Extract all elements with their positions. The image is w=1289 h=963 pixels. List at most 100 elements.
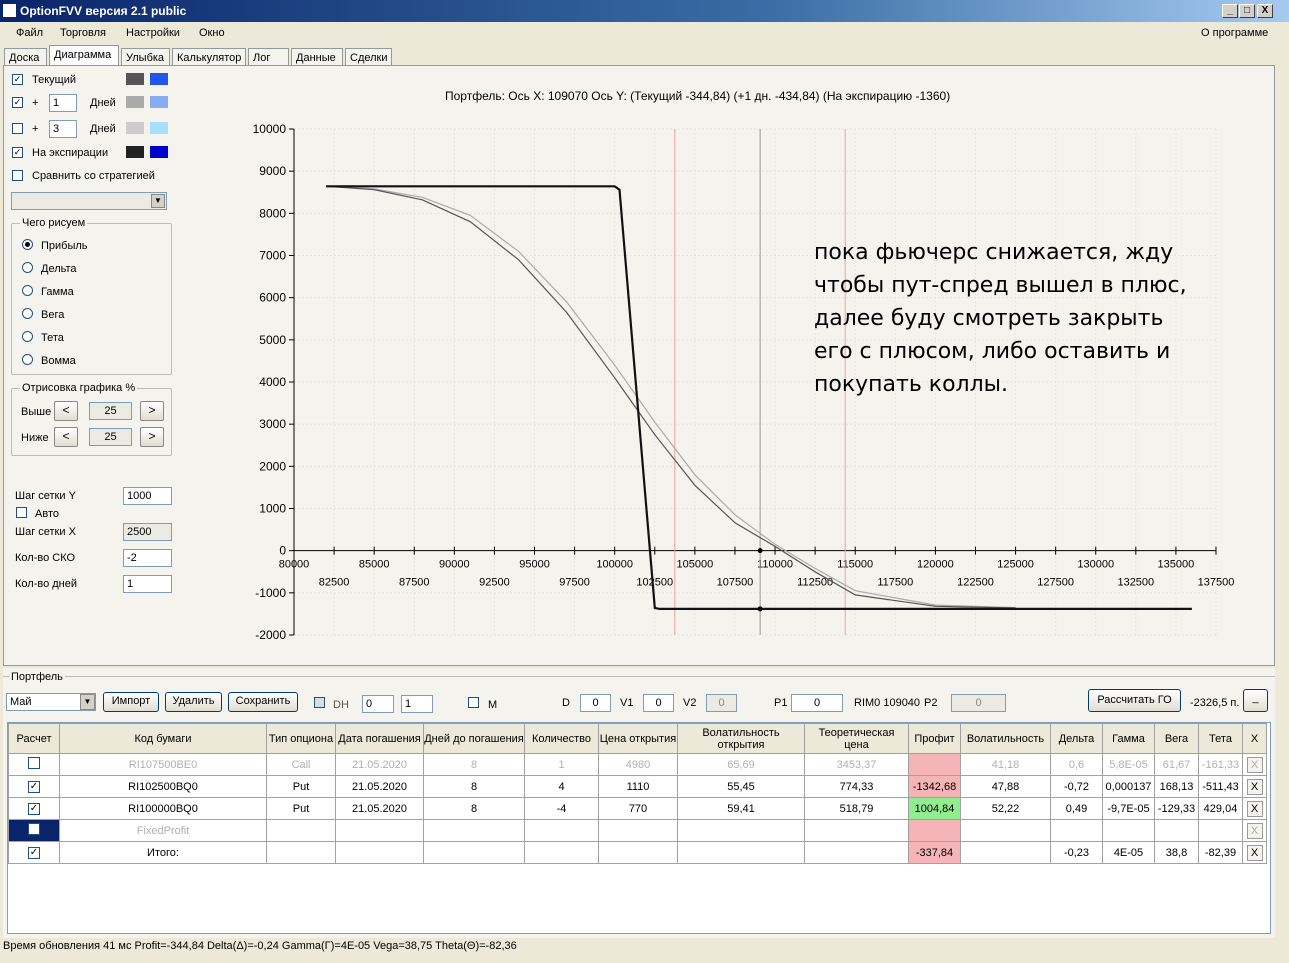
x-tick-label: 87500 bbox=[399, 577, 430, 589]
column-header[interactable]: Цена открытия bbox=[598, 723, 678, 754]
chevron-down-icon[interactable]: ▼ bbox=[80, 694, 95, 710]
cell-x[interactable]: X bbox=[1242, 753, 1267, 776]
import-button[interactable]: Импорт bbox=[103, 692, 159, 712]
row-checkbox[interactable] bbox=[28, 823, 40, 835]
column-header[interactable]: Теоретическая цена bbox=[804, 723, 909, 754]
close-button[interactable]: X bbox=[1257, 4, 1273, 18]
save-button[interactable]: Сохранить bbox=[228, 692, 298, 712]
y-tick-label: 5000 bbox=[259, 333, 286, 347]
tab-smile[interactable]: Улыбка bbox=[121, 48, 170, 66]
tab-calculator[interactable]: Калькулятор bbox=[172, 48, 246, 66]
x-tick-label: 85000 bbox=[359, 559, 390, 571]
cell-check[interactable]: ✓ bbox=[8, 775, 60, 798]
cell-code: FixedProfit bbox=[59, 819, 267, 842]
delete-button[interactable]: Удалить bbox=[165, 692, 222, 712]
minimize-button[interactable]: _ bbox=[1222, 4, 1238, 18]
cell-date: 21.05.2020 bbox=[335, 753, 424, 776]
status-text: Время обновления 41 мс Profit=-344,84 De… bbox=[3, 940, 517, 952]
column-header[interactable]: X bbox=[1242, 723, 1267, 754]
column-header[interactable]: Волатильность открытия bbox=[677, 723, 805, 754]
cell-qty: 4 bbox=[524, 775, 599, 798]
p1-input[interactable]: 0 bbox=[791, 694, 843, 712]
menu-trade[interactable]: Торговля bbox=[60, 27, 106, 39]
remove-row-button[interactable]: X bbox=[1246, 822, 1263, 839]
tab-data[interactable]: Данные bbox=[291, 48, 343, 66]
menu-about[interactable]: О программе bbox=[1201, 27, 1268, 39]
cell-x[interactable]: X bbox=[1242, 775, 1267, 798]
column-header[interactable]: Расчет bbox=[8, 723, 60, 754]
remove-row-button[interactable]: X bbox=[1246, 778, 1263, 795]
remove-row-button[interactable]: X bbox=[1246, 800, 1263, 817]
table-row[interactable]: ✓ Итого: -337,84 -0,23 4E-05 38,8 -82,39 X bbox=[8, 841, 1267, 864]
table-row[interactable]: RI107500BE0 Call 21.05.2020 8 1 4980 65,69 3453… bbox=[8, 753, 1267, 776]
cell-delta: 0,49 bbox=[1050, 797, 1103, 820]
chart-header: Портфель: Ось X: 109070 Ось Y: (Текущий … bbox=[445, 89, 950, 103]
column-header[interactable]: Гамма bbox=[1102, 723, 1155, 754]
cell-x[interactable]: X bbox=[1242, 819, 1267, 842]
remove-row-button[interactable]: X bbox=[1246, 756, 1263, 773]
x-tick-label: 130000 bbox=[1077, 559, 1114, 571]
cell-check[interactable] bbox=[8, 819, 60, 842]
column-header[interactable]: Дельта bbox=[1050, 723, 1103, 754]
cell-vol: 59,41 bbox=[677, 797, 805, 820]
row-checkbox[interactable]: ✓ bbox=[28, 803, 40, 815]
p2-input[interactable]: 0 bbox=[951, 694, 1006, 712]
cell-gamma bbox=[1102, 819, 1155, 842]
tab-diagram[interactable]: Диаграмма bbox=[49, 45, 119, 66]
row-checkbox[interactable]: ✓ bbox=[28, 781, 40, 793]
dh-stepper-1[interactable]: 0 bbox=[362, 695, 394, 713]
go-minimize-button[interactable]: _ bbox=[1243, 689, 1268, 712]
v1-input[interactable]: 0 bbox=[643, 694, 674, 712]
column-header[interactable]: Волатильность bbox=[960, 723, 1051, 754]
profit-chart[interactable]: Портфель: Ось X: 109070 Ось Y: (Текущий … bbox=[4, 66, 1274, 666]
cell-gamma: 0,000137 bbox=[1102, 775, 1155, 798]
x-tick-label: 90000 bbox=[439, 559, 470, 571]
y-tick-label: 2000 bbox=[259, 459, 286, 473]
maximize-button[interactable]: □ bbox=[1239, 4, 1255, 18]
tab-log[interactable]: Лог bbox=[248, 48, 289, 66]
d-input[interactable]: 0 bbox=[580, 694, 611, 712]
x-tick-label: 92500 bbox=[479, 577, 510, 589]
column-header[interactable]: Тип опциона bbox=[266, 723, 336, 754]
cell-check[interactable] bbox=[8, 753, 60, 776]
v2-input[interactable]: 0 bbox=[706, 694, 737, 712]
tab-deals[interactable]: Сделки bbox=[345, 48, 392, 66]
dh-stepper-2[interactable]: 1 bbox=[401, 695, 433, 713]
d-label: D bbox=[562, 697, 570, 709]
menu-window[interactable]: Окно bbox=[199, 27, 225, 39]
menu-settings[interactable]: Настройки bbox=[126, 27, 180, 39]
tab-board[interactable]: Доска bbox=[4, 48, 47, 66]
column-header[interactable]: Дата погашения bbox=[335, 723, 424, 754]
table-row[interactable]: FixedProfit X bbox=[8, 819, 1267, 842]
menu-file[interactable]: Файл bbox=[16, 27, 43, 39]
column-header[interactable]: Вега bbox=[1154, 723, 1199, 754]
annotation-line: его с плюсом, либо оставить и bbox=[814, 339, 1170, 364]
dh-checkbox[interactable] bbox=[314, 697, 325, 708]
row-checkbox[interactable] bbox=[28, 757, 40, 769]
remove-row-button[interactable]: X bbox=[1246, 844, 1263, 861]
y-tick-label: 9000 bbox=[259, 164, 286, 178]
cell-days bbox=[423, 819, 525, 842]
row-checkbox[interactable]: ✓ bbox=[28, 847, 40, 859]
m-checkbox[interactable] bbox=[468, 697, 479, 708]
column-header[interactable]: Количество bbox=[524, 723, 599, 754]
app-icon bbox=[2, 3, 17, 18]
cell-price bbox=[598, 841, 678, 864]
cell-type bbox=[266, 841, 336, 864]
annotation-line: чтобы пут-спред вышел в плюс, bbox=[814, 273, 1187, 298]
cell-x[interactable]: X bbox=[1242, 841, 1267, 864]
calc-go-button[interactable]: Рассчитать ГО bbox=[1088, 689, 1181, 712]
v1-label: V1 bbox=[620, 697, 634, 709]
cell-check[interactable]: ✓ bbox=[8, 841, 60, 864]
column-header[interactable]: Тета bbox=[1198, 723, 1243, 754]
column-header[interactable]: Дней до погашения bbox=[423, 723, 525, 754]
table-row[interactable]: ✓ RI100000BQ0 Put 21.05.2020 8 -4 770 59,41 518,… bbox=[8, 797, 1267, 820]
cell-price: 1110 bbox=[598, 775, 678, 798]
cell-x[interactable]: X bbox=[1242, 797, 1267, 820]
cell-check[interactable]: ✓ bbox=[8, 797, 60, 820]
column-header[interactable]: Код бумаги bbox=[59, 723, 267, 754]
table-row[interactable]: ✓ RI102500BQ0 Put 21.05.2020 8 4 1110 55,45 774,… bbox=[8, 775, 1267, 798]
column-header[interactable]: Профит bbox=[908, 723, 961, 754]
cell-delta bbox=[1050, 819, 1103, 842]
cell-gamma: -9,7E-05 bbox=[1102, 797, 1155, 820]
